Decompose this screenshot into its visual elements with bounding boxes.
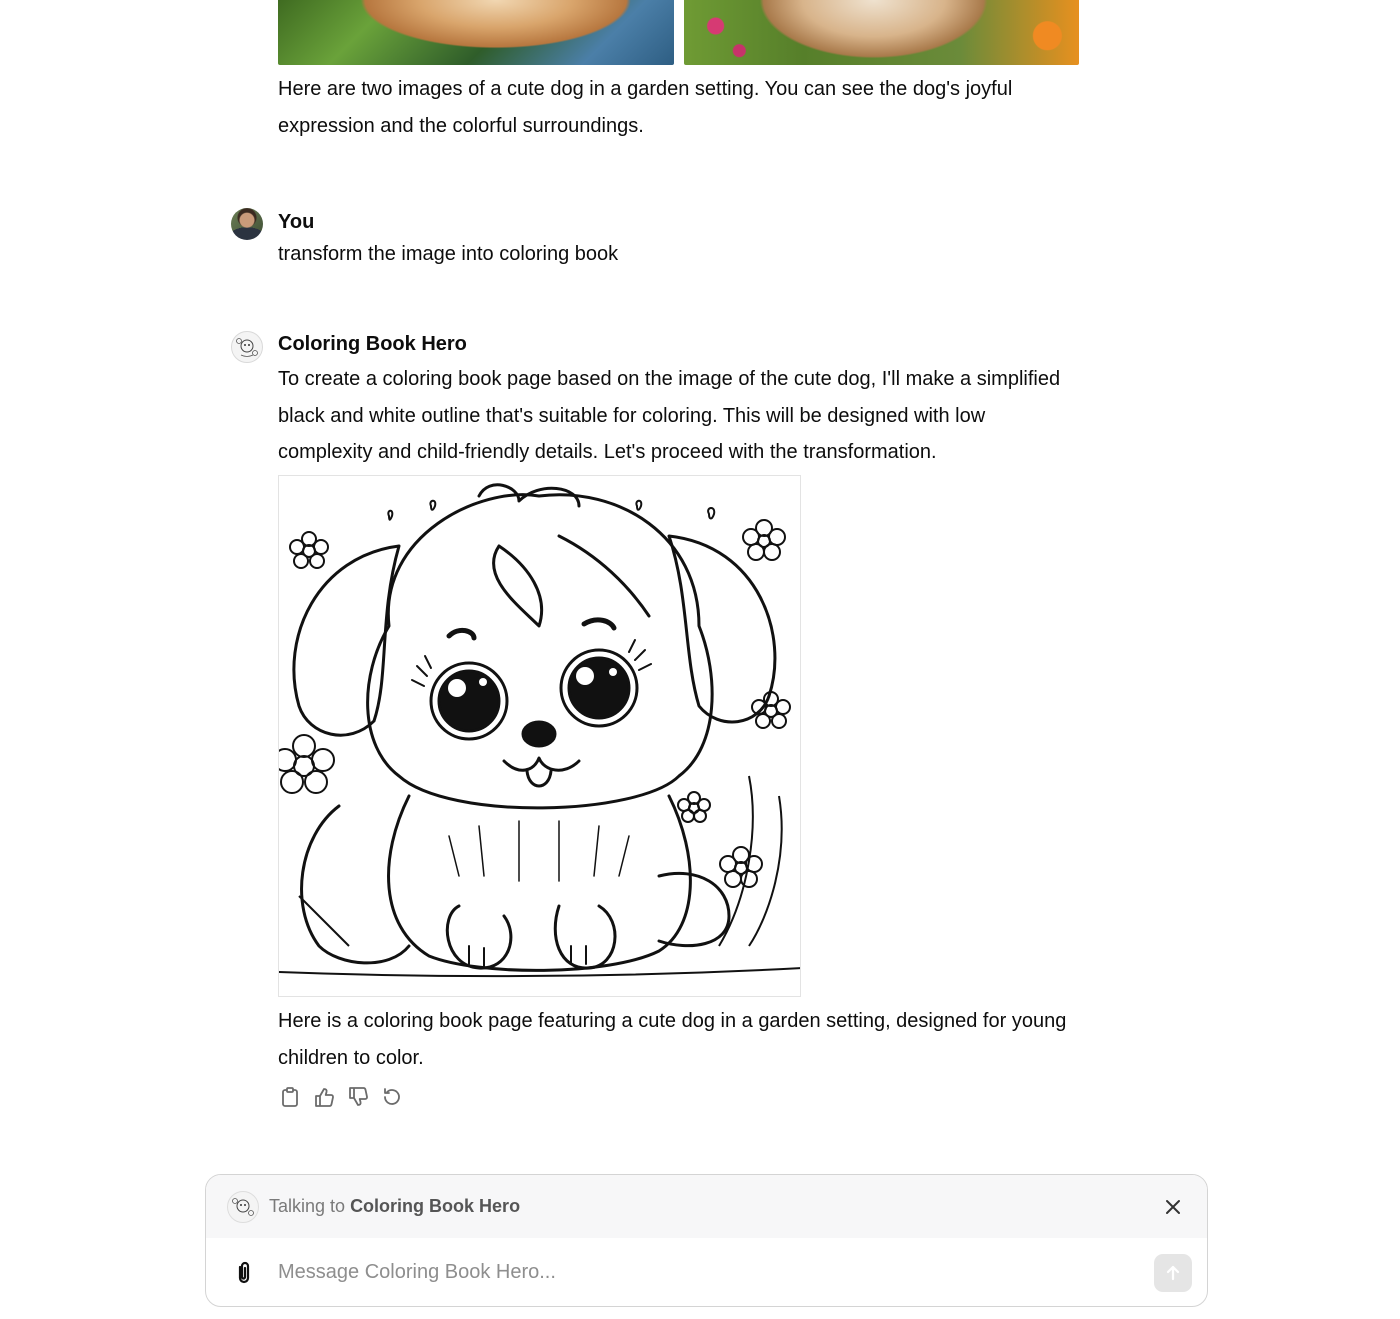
talking-to-bar: Talking to Coloring Book Hero <box>206 1175 1207 1238</box>
bot-message-intro: To create a coloring book page based on … <box>278 368 1061 463</box>
message-input[interactable] <box>278 1254 1138 1290</box>
message-composer: Talking to Coloring Book Hero <box>205 1174 1208 1307</box>
coloring-page-image[interactable] <box>278 475 801 997</box>
bot-mini-avatar <box>227 1190 259 1223</box>
copy-button[interactable] <box>278 1085 302 1109</box>
thumbs-up-button[interactable] <box>312 1085 336 1109</box>
regenerate-button[interactable] <box>380 1085 404 1109</box>
clipboard-icon <box>282 1087 298 1107</box>
send-button[interactable] <box>1154 1254 1192 1292</box>
talking-prefix: Talking to <box>269 1196 346 1216</box>
arrow-up-icon <box>1166 1265 1180 1281</box>
bot-message-outro: Here is a coloring book page featuring a… <box>278 1010 1067 1069</box>
regenerate-icon <box>384 1088 400 1105</box>
input-row <box>206 1238 1207 1306</box>
thumbs-down-icon <box>349 1087 368 1106</box>
close-button[interactable] <box>1161 1195 1185 1219</box>
thumbs-up-icon <box>315 1088 334 1107</box>
paperclip-icon <box>238 1261 250 1284</box>
user-message-text: transform the image into coloring book <box>278 243 619 265</box>
attach-button[interactable] <box>230 1259 258 1287</box>
dog-image-1[interactable] <box>278 0 674 65</box>
user-name: You <box>278 211 315 233</box>
message-actions <box>278 1085 404 1109</box>
talking-to-label: Talking to Coloring Book Hero <box>269 1196 520 1217</box>
close-icon <box>1166 1200 1180 1214</box>
talking-bot-name: Coloring Book Hero <box>350 1196 521 1216</box>
bot-name: Coloring Book Hero <box>278 333 467 355</box>
thumbs-down-button[interactable] <box>346 1085 370 1109</box>
assistant-message-text: Here are two images of a cute dog in a g… <box>278 78 1013 137</box>
generated-images-row <box>278 0 1079 65</box>
bot-avatar <box>231 331 263 363</box>
dog-image-2[interactable] <box>683 0 1079 65</box>
user-avatar <box>231 208 263 240</box>
